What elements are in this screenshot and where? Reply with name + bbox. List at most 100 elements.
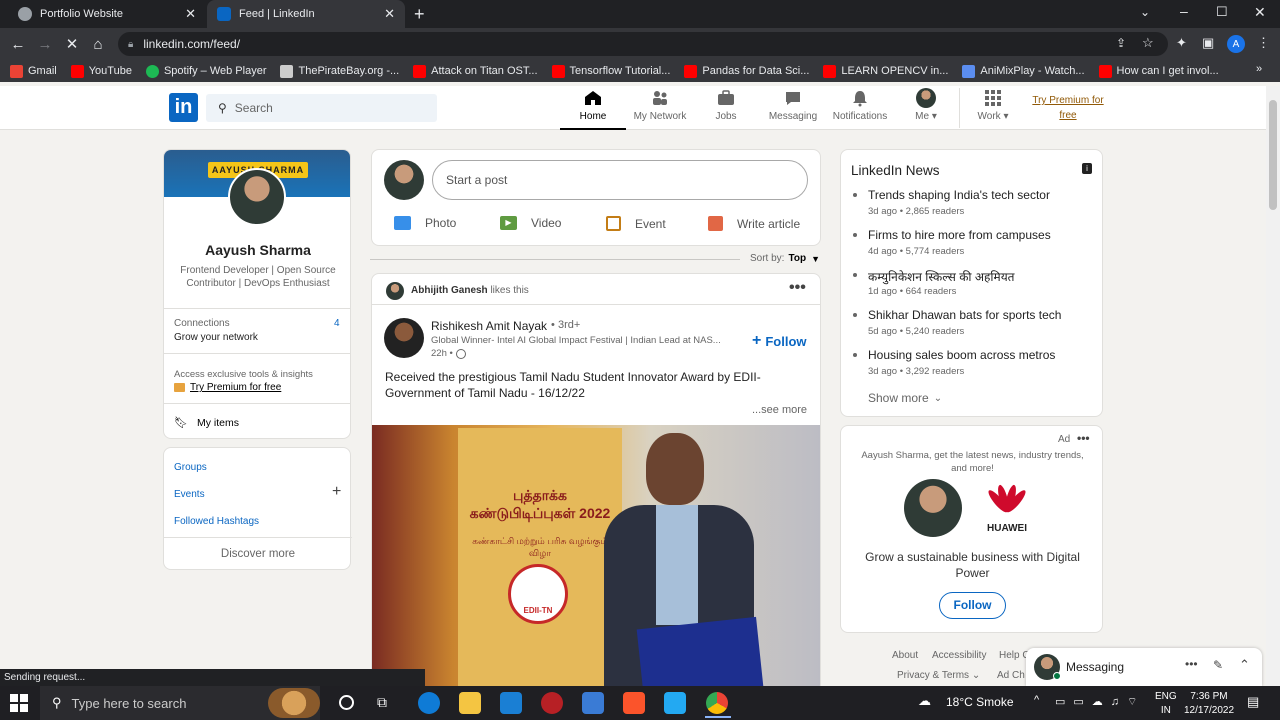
nav-me[interactable]: Me ▾: [906, 88, 946, 130]
app-icon[interactable]: [541, 692, 563, 714]
bookmark-involved[interactable]: How can I get invol...: [1098, 64, 1219, 78]
brave-icon[interactable]: [623, 692, 645, 714]
news-item[interactable]: Firms to hire more from campuses 4d ago …: [851, 227, 1096, 267]
news-item[interactable]: Trends shaping India's tech sector 3d ag…: [851, 187, 1096, 227]
info-icon[interactable]: i: [1082, 163, 1092, 174]
messaging-options-icon[interactable]: •••: [1185, 657, 1198, 671]
home-button[interactable]: ⌂: [88, 34, 108, 54]
mail-icon[interactable]: [500, 692, 522, 714]
events-link[interactable]: Events: [174, 489, 205, 500]
event-button[interactable]: Event: [606, 216, 666, 231]
see-more-button[interactable]: ...see more: [752, 404, 807, 416]
profile-avatar[interactable]: [228, 168, 286, 226]
sort-dropdown[interactable]: Sort by: Top ▼: [750, 253, 820, 264]
tab-portfolio[interactable]: Portfolio Website ✕: [8, 0, 206, 28]
profile-name[interactable]: Aayush Sharma: [164, 242, 350, 258]
back-button[interactable]: ←: [8, 34, 28, 54]
show-more-button[interactable]: Show more ⌄: [868, 391, 942, 405]
bookmark-opencv[interactable]: LEARN OPENCV in...: [823, 64, 948, 78]
side-panel-icon[interactable]: ▣: [1202, 35, 1214, 51]
language-indicator[interactable]: ENG IN: [1155, 690, 1177, 718]
news-item[interactable]: Shikhar Dhawan bats for sports tech 5d a…: [851, 307, 1096, 347]
footer-about-link[interactable]: About: [892, 650, 918, 661]
app-icon[interactable]: [582, 692, 604, 714]
compose-icon[interactable]: ✎: [1213, 658, 1223, 672]
weather-text[interactable]: 18°C Smoke: [946, 695, 1014, 709]
vscode-icon[interactable]: [664, 692, 686, 714]
followed-hashtags-link[interactable]: Followed Hashtags: [174, 516, 259, 527]
maximize-button[interactable]: ☐: [1216, 4, 1228, 20]
premium-upsell[interactable]: Try Premium for free: [174, 382, 281, 393]
connections-label[interactable]: Connections: [174, 318, 230, 329]
grow-network-link[interactable]: Grow your network: [174, 332, 258, 343]
nav-my-network[interactable]: My Network: [628, 88, 692, 130]
profile-avatar[interactable]: A: [1227, 35, 1245, 53]
nav-messaging[interactable]: Messaging: [764, 88, 822, 130]
bookmark-gmail[interactable]: Gmail: [10, 64, 57, 78]
nav-jobs[interactable]: Jobs: [702, 88, 750, 130]
new-tab-button[interactable]: +: [414, 4, 425, 25]
messaging-bar[interactable]: Messaging ••• ✎ ⌃: [1026, 648, 1262, 686]
tab-linkedin[interactable]: Feed | LinkedIn ✕: [207, 0, 405, 28]
news-item[interactable]: Housing sales boom across metros 3d ago …: [851, 347, 1096, 387]
footer-ad-choices-link[interactable]: Ad Ch: [997, 670, 1025, 681]
nav-notifications[interactable]: Notifications: [830, 88, 890, 130]
discover-more-button[interactable]: Discover more: [164, 548, 352, 560]
forward-button[interactable]: →: [35, 34, 55, 54]
footer-privacy-link[interactable]: Privacy & Terms ⌄: [897, 670, 980, 681]
add-event-icon[interactable]: +: [332, 483, 341, 501]
nav-home[interactable]: Home: [560, 88, 626, 130]
try-premium-link[interactable]: Try Premium for free: [1030, 93, 1106, 123]
tray-overflow-icon[interactable]: ^: [1034, 694, 1039, 706]
close-window-button[interactable]: ✕: [1254, 4, 1266, 21]
stop-loading-button[interactable]: ✕: [62, 34, 82, 54]
bookmark-piratebay[interactable]: ThePirateBay.org -...: [280, 64, 399, 78]
address-bar[interactable]: 🔒︎ linkedin.com/feed/: [118, 32, 1168, 56]
linkedin-logo[interactable]: in: [169, 93, 198, 122]
ad-follow-button[interactable]: Follow: [939, 592, 1006, 619]
share-icon[interactable]: ⇪: [1116, 36, 1126, 50]
extensions-icon[interactable]: ✦: [1176, 35, 1187, 51]
nav-work[interactable]: Work ▾: [970, 88, 1016, 130]
my-items-link[interactable]: 🔖︎ My items: [174, 416, 239, 430]
windows-start-icon[interactable]: [10, 694, 28, 712]
clock[interactable]: 7:36 PM 12/17/2022: [1183, 690, 1235, 718]
avatar[interactable]: [386, 282, 404, 300]
news-item[interactable]: कम्युनिकेशन स्किल्स की अहमियत 1d ago • 6…: [851, 267, 1096, 307]
chrome-icon[interactable]: [706, 692, 728, 714]
bookmark-pandas[interactable]: Pandas for Data Sci...: [684, 64, 809, 78]
minimize-button[interactable]: –: [1180, 3, 1188, 19]
photo-button[interactable]: Photo: [394, 216, 456, 230]
bookmark-spotify[interactable]: Spotify – Web Player: [145, 64, 266, 78]
bookmark-youtube[interactable]: YouTube: [70, 64, 132, 78]
chrome-menu-icon[interactable]: ⋮: [1257, 35, 1270, 51]
start-post-button[interactable]: Start a post: [432, 160, 808, 200]
bookmarks-overflow-button[interactable]: »: [1256, 63, 1262, 75]
bookmark-animixplay[interactable]: AniMixPlay - Watch...: [962, 64, 1085, 78]
follow-button[interactable]: + Follow: [752, 332, 807, 350]
close-tab-icon[interactable]: ✕: [384, 6, 395, 22]
tab-search-icon[interactable]: ⌄: [1140, 5, 1150, 19]
author-avatar[interactable]: [384, 318, 424, 358]
system-tray-icons[interactable]: ▭▭☁♫⌔: [1055, 695, 1145, 709]
close-tab-icon[interactable]: ✕: [185, 6, 196, 22]
file-explorer-icon[interactable]: [459, 692, 481, 714]
write-article-button[interactable]: Write article: [708, 216, 800, 231]
chevron-up-icon[interactable]: ⌃: [1239, 657, 1250, 673]
author-name[interactable]: Rishikesh Amit Nayak: [431, 319, 547, 333]
edge-icon[interactable]: [418, 692, 440, 714]
bookmark-star-icon[interactable]: ☆: [1142, 35, 1154, 51]
page-scrollbar[interactable]: [1266, 86, 1280, 686]
post-image[interactable]: புத்தாக்க கண்டுபிடிப்புகள் 2022 கண்காட்ச…: [372, 425, 820, 692]
connections-count[interactable]: 4: [334, 318, 340, 329]
post-options-icon[interactable]: •••: [789, 279, 806, 297]
bookmark-aot[interactable]: Attack on Titan OST...: [413, 64, 538, 78]
groups-link[interactable]: Groups: [174, 462, 207, 473]
ad-options-icon[interactable]: •••: [1077, 431, 1090, 445]
search-input[interactable]: ⚲ Search: [206, 94, 437, 122]
task-view-icon[interactable]: ⧉: [377, 694, 387, 711]
video-button[interactable]: ▶ Video: [500, 216, 561, 230]
cortana-icon[interactable]: [339, 695, 354, 710]
footer-help-link[interactable]: Help C: [999, 650, 1030, 661]
scrollbar-thumb[interactable]: [1269, 100, 1277, 210]
